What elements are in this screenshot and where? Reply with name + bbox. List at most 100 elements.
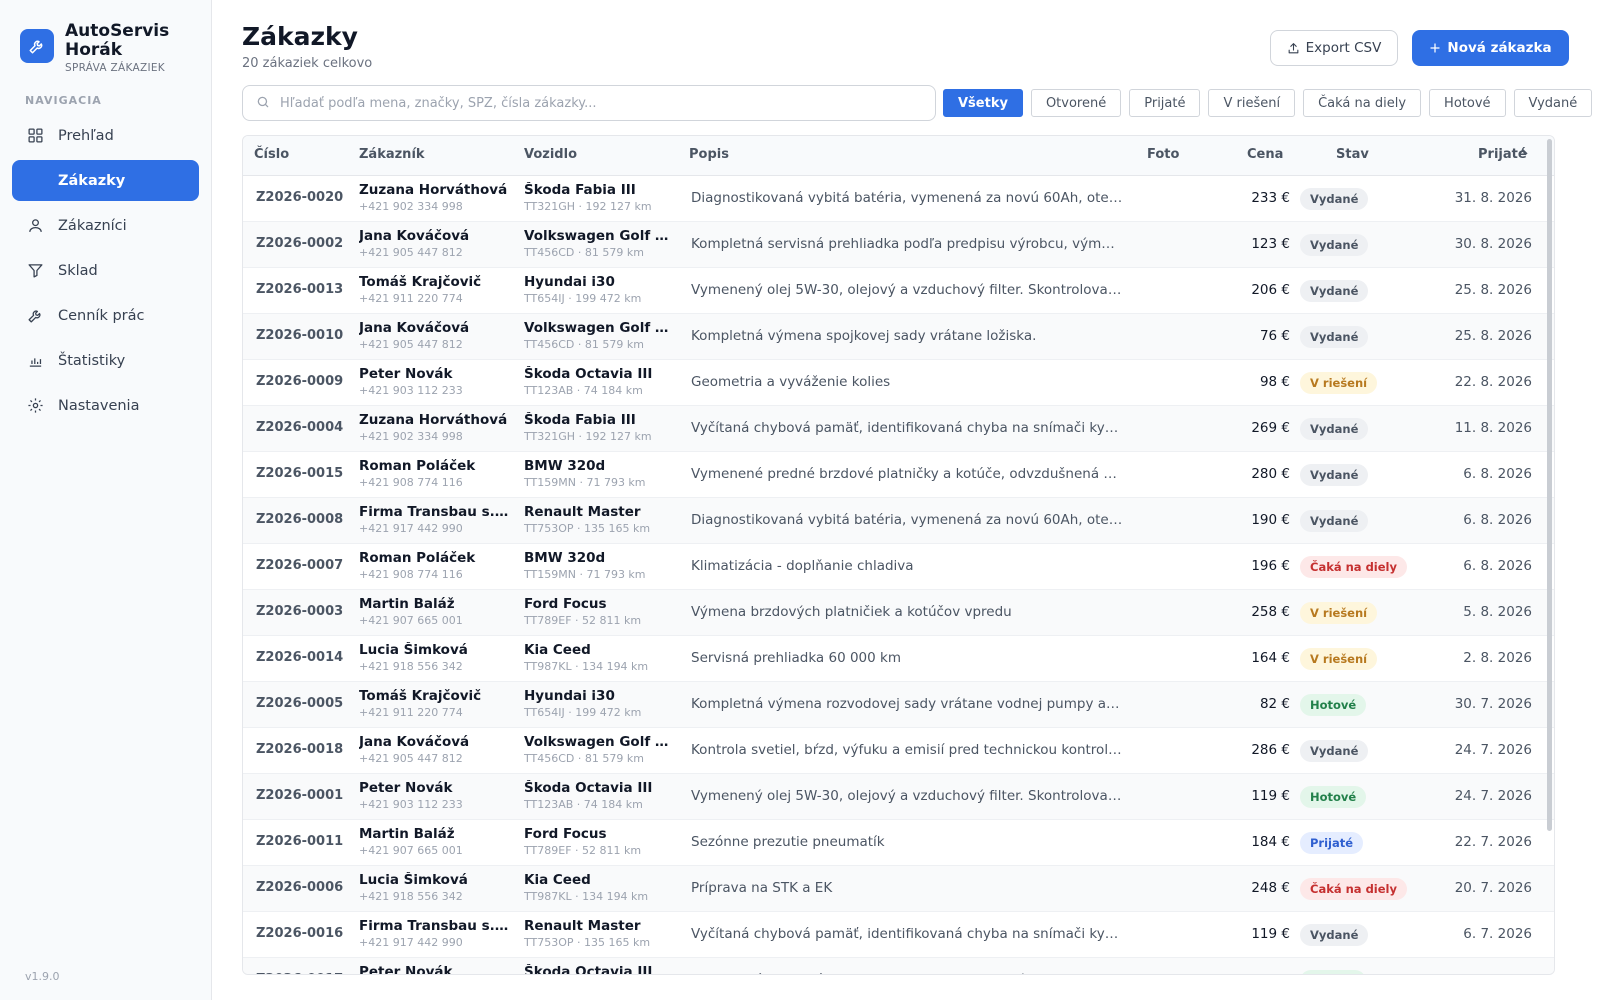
column-header-photo[interactable]: Foto: [1147, 147, 1179, 162]
order-description: Výmena brzdových platničiek a kotúčov vp…: [691, 604, 1012, 620]
sort-asc-icon[interactable]: [1518, 146, 1528, 161]
status-cell: V riešení: [1300, 602, 1378, 624]
filter-icon: [26, 262, 44, 280]
table-row[interactable]: Z2026-0001 Peter Novák +421 903 112 233 Ško…: [243, 774, 1554, 820]
page-subtitle: 20 zákaziek celkovo: [242, 56, 373, 71]
column-header-number[interactable]: Číslo: [254, 147, 289, 162]
status-badge: Prijaté: [1300, 832, 1364, 854]
column-header-vehicle[interactable]: Vozidlo: [524, 147, 577, 162]
vehicle-name: Renault Master: [524, 918, 641, 934]
table-row[interactable]: Z2026-0011 Martin Baláž +421 907 665 001 Fo…: [243, 820, 1554, 866]
vehicle-info: TT123AB · 74 184 km: [524, 384, 643, 397]
version-label: v1.9.0: [25, 970, 60, 983]
table-row[interactable]: Z2026-0005 Tomáš Krajčovič +421 911 220 77…: [243, 682, 1554, 728]
table-row[interactable]: Z2026-0007 Roman Poláček +421 908 774 116 B…: [243, 544, 1554, 590]
new-order-button[interactable]: Nová zákazka: [1412, 30, 1569, 66]
nav-section-label: NAVIGACIA: [25, 94, 102, 107]
received-date: 24. 7. 2026: [1454, 788, 1532, 804]
order-number: Z2026-0008: [256, 512, 344, 527]
table-row[interactable]: Z2026-0008 Firma Transbau s.r.o. +421 917 …: [243, 498, 1554, 544]
sidebar-item-zakaznici[interactable]: Zákazníci: [12, 205, 199, 246]
table-scrollbar[interactable]: [1547, 139, 1552, 831]
new-order-label: Nová zákazka: [1447, 40, 1552, 56]
sidebar-item-statistiky[interactable]: Štatistiky: [12, 340, 199, 381]
received-date: 6. 8. 2026: [1463, 512, 1532, 528]
filter-chip-hotove[interactable]: Hotové: [1429, 89, 1506, 117]
order-price: 123 €: [1251, 236, 1290, 252]
vehicle-cell: Renault Master TT753OP · 135 165 km: [524, 504, 674, 536]
table-row[interactable]: Z2026-0010 Jana Kováčová +421 905 447 812 V…: [243, 314, 1554, 360]
customer-phone: +421 918 556 342: [359, 660, 463, 673]
filter-chip-v-rieseni[interactable]: V riešení: [1208, 89, 1296, 117]
order-price: 82 €: [1259, 696, 1290, 712]
customer-phone: +421 911 220 774: [359, 706, 463, 719]
vehicle-cell: Škoda Fabia III TT321GH · 192 127 km: [524, 412, 674, 444]
table-row[interactable]: Z2026-0016 Firma Transbau s.r.o. +421 917 …: [243, 912, 1554, 958]
table-row[interactable]: Z2026-0014 Lucia Šimková +421 918 556 342 K…: [243, 636, 1554, 682]
search-input[interactable]: [280, 95, 920, 111]
customer-cell: Jana Kováčová +421 905 447 812: [359, 320, 509, 352]
filter-chip-caka-na-diely[interactable]: Čaká na diely: [1303, 89, 1422, 117]
sidebar-item-prehlad[interactable]: Prehľad: [12, 115, 199, 156]
filter-chip-vsetky[interactable]: Všetky: [943, 89, 1023, 117]
vehicle-cell: Kia Ceed TT987KL · 134 194 km: [524, 642, 674, 674]
customer-name: Firma Transbau s.r.o.: [359, 918, 509, 934]
status-badge: Vydané: [1300, 510, 1369, 532]
column-header-description[interactable]: Popis: [689, 147, 729, 162]
status-cell: Vydané: [1300, 188, 1369, 210]
status-badge: Hotové: [1300, 970, 1367, 974]
table-row[interactable]: Z2026-0002 Jana Kováčová +421 905 447 812 V…: [243, 222, 1554, 268]
customer-name: Roman Poláček: [359, 550, 476, 566]
vehicle-info: TT456CD · 81 579 km: [524, 752, 644, 765]
customer-phone: +421 905 447 812: [359, 338, 463, 351]
vehicle-name: Ford Focus: [524, 826, 607, 842]
customer-name: Jana Kováčová: [359, 320, 470, 336]
vehicle-name: Volkswagen Golf VII: [524, 228, 674, 244]
vehicle-cell: BMW 320d TT159MN · 71 793 km: [524, 458, 674, 490]
table-row[interactable]: Z2026-0003 Martin Baláž +421 907 665 001 Fo…: [243, 590, 1554, 636]
sidebar-item-label: Štatistiky: [58, 352, 126, 369]
customer-name: Martin Baláž: [359, 826, 455, 842]
column-header-status[interactable]: Stav: [1336, 147, 1369, 162]
table-row[interactable]: Z2026-0020 Zuzana Horváthová +421 902 334 …: [243, 176, 1554, 222]
customer-phone: +421 907 665 001: [359, 614, 463, 627]
vehicle-info: TT654IJ · 199 472 km: [524, 292, 642, 305]
column-header-customer[interactable]: Zákazník: [359, 147, 425, 162]
received-date: 5. 8. 2026: [1463, 604, 1532, 620]
gear-icon: [26, 397, 44, 415]
sidebar-item-zakazky[interactable]: Zákazky: [12, 160, 199, 201]
vehicle-info: TT456CD · 81 579 km: [524, 246, 644, 259]
vehicle-name: Škoda Octavia III: [524, 780, 653, 796]
customer-phone: +421 902 334 998: [359, 200, 463, 213]
table-row[interactable]: Z2026-0006 Lucia Šimková +421 918 556 342 K…: [243, 866, 1554, 912]
sidebar-item-cennik-prac[interactable]: Cenník prác: [12, 295, 199, 336]
main-content: Zákazky 20 zákaziek celkovo Export CSV N…: [212, 0, 1600, 1000]
table-row[interactable]: Z2026-0004 Zuzana Horváthová +421 902 334 …: [243, 406, 1554, 452]
order-description: Kontrola svetiel, bŕzd, výfuku a emisií …: [691, 742, 1123, 758]
filter-chip-vydane[interactable]: Vydané: [1513, 89, 1593, 117]
order-price: 184 €: [1251, 834, 1290, 850]
table-row[interactable]: Z2026-0013 Tomáš Krajčovič +421 911 220 77…: [243, 268, 1554, 314]
table-row[interactable]: Z2026-0018 Jana Kováčová +421 905 447 812 V…: [243, 728, 1554, 774]
order-price: 248 €: [1251, 880, 1290, 896]
customer-cell: Tomáš Krajčovič +421 911 220 774: [359, 274, 509, 306]
column-header-price[interactable]: Cena: [1247, 147, 1283, 162]
customer-name: Peter Novák: [359, 366, 453, 382]
table-row[interactable]: Z2026-0009 Peter Novák +421 903 112 233 Ško…: [243, 360, 1554, 406]
order-price: 190 €: [1251, 512, 1290, 528]
export-csv-button[interactable]: Export CSV: [1270, 30, 1398, 66]
filter-chip-prijate[interactable]: Prijaté: [1129, 89, 1201, 117]
sidebar-item-sklad[interactable]: Sklad: [12, 250, 199, 291]
sidebar-item-nastavenia[interactable]: Nastavenia: [12, 385, 199, 426]
table-row[interactable]: Z2026-0015 Roman Poláček +421 908 774 116 B…: [243, 452, 1554, 498]
table-row[interactable]: Z2026-0017 Peter Novák+421 903 112 233 Ško…: [243, 958, 1554, 975]
vehicle-name: Škoda Octavia III: [524, 964, 653, 975]
filter-chip-otvorene[interactable]: Otvorené: [1030, 89, 1122, 117]
search-box[interactable]: [242, 85, 936, 121]
order-number: Z2026-0009: [256, 374, 344, 389]
status-badge: Vydané: [1300, 234, 1369, 256]
received-date: 2. 8. 2026: [1463, 650, 1532, 666]
customer-cell: Zuzana Horváthová +421 902 334 998: [359, 182, 509, 214]
order-description: Kompletná výmena spojkovej sady vrátane …: [691, 328, 1037, 344]
vehicle-cell: Volkswagen Golf VII TT456CD · 81 579 km: [524, 734, 674, 766]
